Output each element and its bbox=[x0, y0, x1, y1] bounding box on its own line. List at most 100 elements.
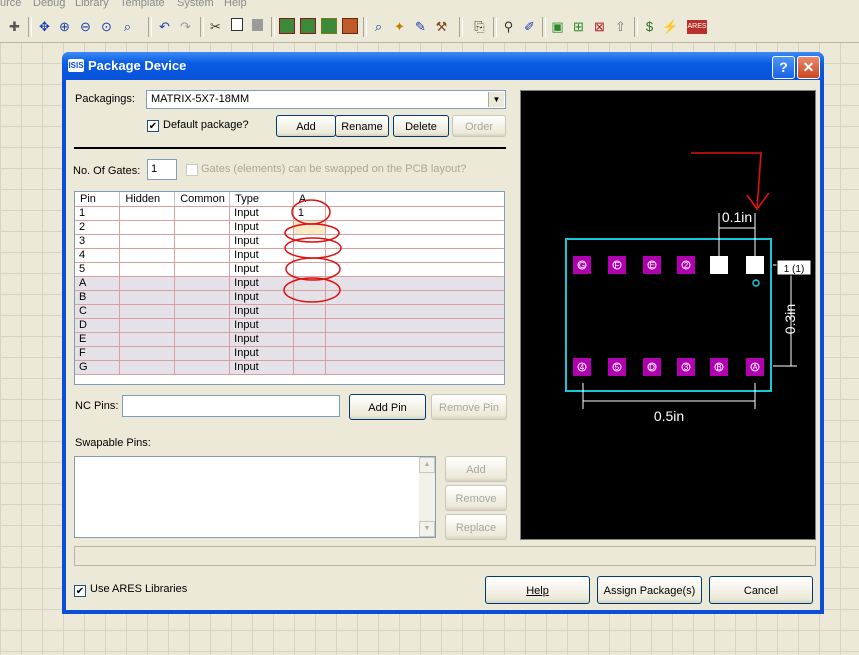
isis-app-icon: ISIS bbox=[68, 59, 84, 72]
undo-icon[interactable]: ↶ bbox=[156, 18, 173, 35]
dialog-title: Package Device bbox=[88, 58, 187, 73]
swap-replace-button[interactable]: Replace bbox=[445, 514, 507, 540]
paste-icon[interactable] bbox=[249, 18, 266, 35]
remove-sheet-icon[interactable]: ⊠ bbox=[591, 18, 608, 35]
annotation-ellipse bbox=[283, 277, 341, 303]
pad-label: D bbox=[649, 363, 655, 372]
footprint-drawing: 0.1in 0.3in 0.5in G F E 2 4 5 D 3 B A 1 (1) bbox=[565, 152, 812, 424]
zoom-out-icon[interactable]: ⊖ bbox=[77, 18, 94, 35]
add-package-button[interactable]: Add bbox=[276, 115, 336, 137]
zoom-all-icon[interactable]: ⊙ bbox=[98, 18, 115, 35]
netlist-to-ares-icon[interactable]: ARES bbox=[687, 20, 707, 34]
footprint-pad bbox=[746, 256, 764, 274]
assign-packages-button[interactable]: Assign Package(s) bbox=[597, 576, 702, 604]
scroll-up-icon[interactable]: ▲ bbox=[419, 457, 435, 473]
pad-label: F bbox=[615, 261, 620, 270]
main-toolbar: ✚ ✥ ⊕ ⊖ ⊙ ⌕ ↶ ↷ ✂ ⌕ ✦ ✎ ⚒ ⎘ ⚲ ✐ ▣ ⊞ ⊠ ⇧ … bbox=[0, 12, 859, 43]
property-assignment-icon[interactable]: ✐ bbox=[521, 18, 538, 35]
swap-add-button[interactable]: Add bbox=[445, 456, 507, 482]
rename-package-button[interactable]: Rename bbox=[335, 115, 389, 137]
exit-to-parent-icon[interactable]: ⇧ bbox=[612, 18, 629, 35]
make-device-icon[interactable]: ✦ bbox=[391, 18, 408, 35]
scroll-down-icon[interactable]: ▼ bbox=[419, 521, 435, 537]
swapable-pins-list[interactable]: ▲ ▼ bbox=[74, 456, 436, 538]
pad-label: 5 bbox=[615, 363, 620, 372]
packagings-selected-value: MATRIX-5X7-18MM bbox=[151, 93, 250, 105]
pad-label: 4 bbox=[580, 363, 585, 372]
gates-swap-label: Gates (elements) can be swapped on the P… bbox=[201, 163, 467, 175]
gates-value: 1 bbox=[151, 163, 158, 175]
nc-pins-label: NC Pins: bbox=[75, 400, 119, 412]
swapable-pins-label: Swapable Pins: bbox=[75, 437, 151, 449]
packagings-select[interactable]: MATRIX-5X7-18MM ▼ bbox=[146, 90, 506, 109]
add-pin-button[interactable]: Add Pin bbox=[349, 394, 426, 420]
help-button[interactable]: Help bbox=[485, 576, 590, 604]
remove-pin-button[interactable]: Remove Pin bbox=[431, 394, 507, 420]
packaging-tool-icon[interactable]: ✎ bbox=[412, 18, 429, 35]
scrollbar[interactable]: ▲ ▼ bbox=[419, 457, 435, 537]
dimension-bottom-label: 0.5in bbox=[654, 408, 684, 424]
menu-item-help[interactable]: Help bbox=[224, 0, 247, 9]
menu-item-system[interactable]: System bbox=[177, 0, 214, 9]
package-device-dialog: ISIS Package Device ? ✕ Packagings: MATR… bbox=[62, 52, 824, 614]
bill-of-materials-icon[interactable]: $ bbox=[641, 18, 658, 35]
close-button[interactable]: ✕ bbox=[797, 56, 820, 79]
electrical-rule-check-icon[interactable]: ⚡ bbox=[662, 18, 679, 35]
dialog-titlebar: ISIS Package Device ? ✕ bbox=[62, 52, 824, 80]
pad-label: 3 bbox=[684, 363, 689, 372]
menu-item-template[interactable]: Template bbox=[120, 0, 165, 9]
help-title-button[interactable]: ? bbox=[772, 56, 795, 79]
package-outline bbox=[565, 238, 772, 392]
new-sheet-icon[interactable]: ▣ bbox=[549, 18, 566, 35]
pin-grid[interactable]: Pin Hidden Common Type A 1 Input 1 2 Input 3 I… bbox=[74, 191, 505, 385]
default-package-checkbox[interactable]: ✔ bbox=[147, 120, 159, 132]
status-strip bbox=[74, 546, 816, 566]
search-tag-icon[interactable]: ⚲ bbox=[500, 18, 517, 35]
cancel-button[interactable]: Cancel bbox=[709, 576, 813, 604]
default-package-label: Default package? bbox=[163, 119, 249, 131]
order-package-button[interactable]: Order bbox=[452, 115, 506, 137]
dimension-right-label: 0.3in bbox=[782, 304, 798, 334]
annotation-ellipse bbox=[284, 237, 342, 259]
package-preview: 0.1in 0.3in 0.5in G F E 2 4 5 D 3 B A 1 (1) bbox=[520, 90, 816, 540]
pad-group: G F E 2 4 5 D 3 B A bbox=[573, 256, 764, 376]
decompose-icon[interactable]: ⚒ bbox=[433, 18, 450, 35]
dimension-lines bbox=[582, 213, 797, 409]
dimension-top-label: 0.1in bbox=[722, 209, 752, 225]
pad-label: A bbox=[752, 363, 758, 372]
pin-tag-label: 1 (1) bbox=[784, 264, 805, 275]
packagings-label: Packagings: bbox=[75, 93, 135, 105]
block-rotate-icon[interactable] bbox=[320, 18, 337, 35]
pad-label: 2 bbox=[684, 261, 689, 270]
delete-package-button[interactable]: Delete bbox=[393, 115, 449, 137]
wire-autorouter-icon[interactable]: ⎘ bbox=[471, 18, 488, 35]
menu-item-source[interactable]: urce bbox=[0, 0, 21, 9]
zoom-in-icon[interactable]: ⊕ bbox=[56, 18, 73, 35]
crosshair-icon[interactable]: ✚ bbox=[6, 18, 23, 35]
gates-input[interactable]: 1 bbox=[147, 159, 177, 180]
block-copy-icon[interactable] bbox=[278, 18, 295, 35]
nc-pins-input[interactable] bbox=[122, 395, 340, 417]
swap-remove-button[interactable]: Remove bbox=[445, 485, 507, 511]
menu-bar: urce Debug Library Template System Help bbox=[0, 0, 859, 12]
add-sheet-icon[interactable]: ⊞ bbox=[570, 18, 587, 35]
cut-icon[interactable]: ✂ bbox=[207, 18, 224, 35]
gates-label: No. Of Gates: bbox=[73, 165, 141, 177]
use-ares-label: Use ARES Libraries bbox=[90, 583, 188, 595]
zoom-area-icon[interactable]: ⌕ bbox=[119, 18, 136, 35]
help-button-label: Help bbox=[526, 585, 549, 597]
pick-device-icon[interactable]: ⌕ bbox=[370, 18, 387, 35]
copy-icon[interactable] bbox=[228, 18, 245, 35]
redo-icon[interactable]: ↷ bbox=[177, 18, 194, 35]
block-move-icon[interactable] bbox=[299, 18, 316, 35]
chevron-down-icon[interactable]: ▼ bbox=[488, 92, 504, 107]
menu-item-library[interactable]: Library bbox=[75, 0, 109, 9]
annotation-overlay bbox=[283, 199, 342, 303]
move-icon[interactable]: ✥ bbox=[36, 18, 53, 35]
block-delete-icon[interactable] bbox=[341, 18, 358, 35]
use-ares-checkbox[interactable]: ✔ bbox=[74, 585, 86, 597]
annotation-ellipse bbox=[285, 257, 341, 281]
annotation-ellipse bbox=[284, 223, 340, 243]
menu-item-debug[interactable]: Debug bbox=[33, 0, 65, 9]
gates-swap-checkbox[interactable] bbox=[186, 164, 198, 176]
